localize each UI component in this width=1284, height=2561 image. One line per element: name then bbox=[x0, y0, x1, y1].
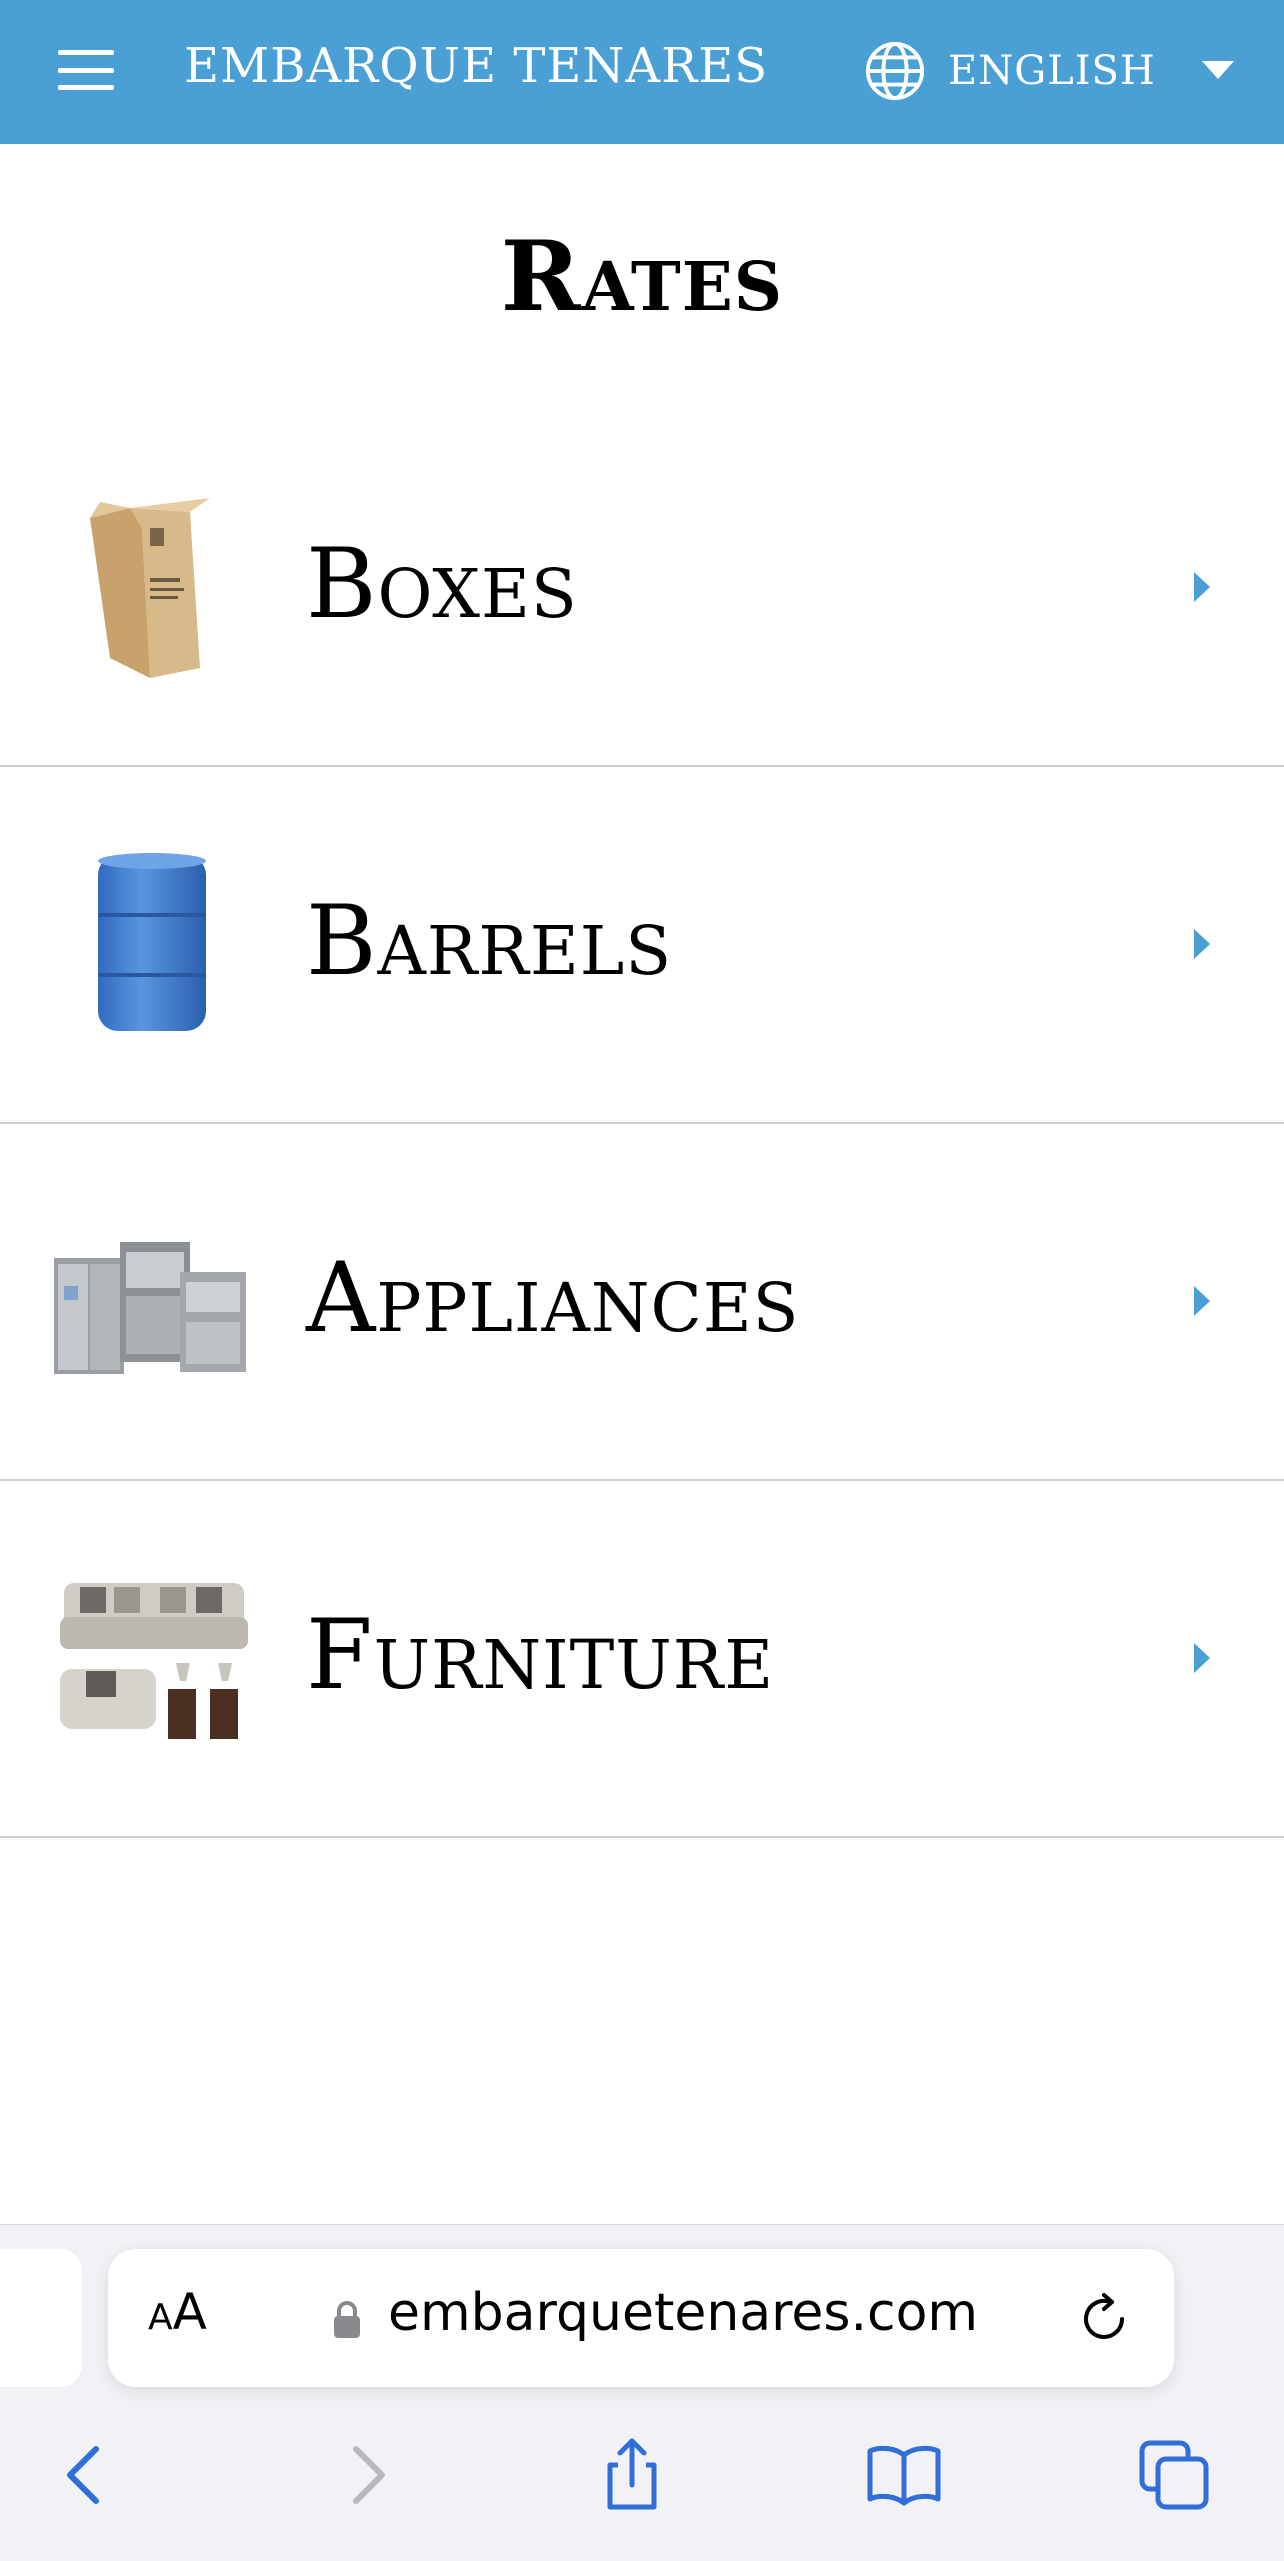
furniture-image bbox=[50, 1559, 250, 1759]
share-icon bbox=[607, 2438, 657, 2510]
book-icon bbox=[867, 2445, 941, 2506]
appliances-image bbox=[50, 1202, 250, 1402]
aa-small-letter: A bbox=[148, 2297, 173, 2338]
reload-icon[interactable] bbox=[1074, 2289, 1134, 2349]
hamburger-menu-icon[interactable] bbox=[58, 50, 114, 90]
site-header: EMBARQUE TENARES ENGLISH bbox=[0, 0, 1284, 144]
page: EMBARQUE TENARES ENGLISH Rates Boxes Bar… bbox=[0, 0, 1284, 2561]
tabs-icon bbox=[1139, 2440, 1209, 2510]
aa-big-letter: A bbox=[172, 2283, 207, 2341]
rate-item-label: Furniture bbox=[306, 1599, 775, 1711]
chevron-left-icon bbox=[67, 2446, 99, 2504]
language-selector[interactable]: ENGLISH bbox=[864, 38, 1234, 104]
lock-icon bbox=[334, 2301, 360, 2338]
chevron-right-icon bbox=[353, 2446, 385, 2504]
rate-item-label: Appliances bbox=[306, 1242, 800, 1354]
rate-item-boxes[interactable]: Boxes bbox=[0, 410, 1284, 767]
bookmarks-button[interactable] bbox=[854, 2425, 954, 2525]
box-image bbox=[50, 488, 250, 688]
rate-item-label: Barrels bbox=[306, 885, 673, 997]
chevron-right-icon bbox=[1194, 929, 1210, 959]
language-label: ENGLISH bbox=[948, 48, 1156, 94]
page-title: Rates bbox=[500, 220, 784, 333]
rate-item-appliances[interactable]: Appliances bbox=[0, 1124, 1284, 1481]
browser-bottom-bar: AA embarquetenares.com bbox=[0, 2224, 1284, 2561]
tabs-button[interactable] bbox=[1124, 2425, 1224, 2525]
rate-item-barrels[interactable]: Barrels bbox=[0, 767, 1284, 1124]
rates-list: Boxes Barrels Appliances Furniture bbox=[0, 410, 1284, 1838]
address-bar[interactable]: AA embarquetenares.com bbox=[108, 2249, 1174, 2387]
chevron-right-icon bbox=[1194, 1643, 1210, 1673]
barrel-image bbox=[50, 845, 250, 1045]
chevron-down-icon bbox=[1201, 61, 1234, 79]
chevron-right-icon bbox=[1194, 1286, 1210, 1316]
rate-item-label: Boxes bbox=[306, 528, 578, 640]
globe-icon bbox=[865, 41, 925, 101]
back-button[interactable] bbox=[36, 2425, 136, 2525]
url-text: embarquetenares.com bbox=[388, 2283, 979, 2343]
share-button[interactable] bbox=[582, 2425, 682, 2525]
browser-toolbar bbox=[0, 2425, 1284, 2545]
text-size-button[interactable]: AA bbox=[148, 2283, 207, 2341]
site-brand[interactable]: EMBARQUE TENARES bbox=[184, 38, 768, 94]
chevron-right-icon bbox=[1194, 572, 1210, 602]
forward-button[interactable] bbox=[316, 2425, 416, 2525]
previous-tab-preview[interactable] bbox=[0, 2249, 82, 2387]
rate-item-furniture[interactable]: Furniture bbox=[0, 1481, 1284, 1838]
